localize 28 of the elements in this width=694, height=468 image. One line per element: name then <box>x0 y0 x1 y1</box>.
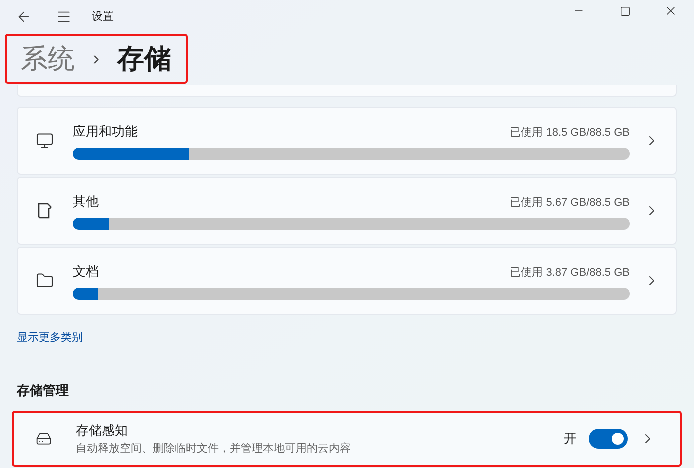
storage-sense-card[interactable]: 存储感知 自动释放空间、删除临时文件，并管理本地可用的云内容 开 <box>12 411 682 467</box>
show-more-link[interactable]: 显示更多类别 <box>17 332 83 344</box>
document-icon <box>37 202 53 220</box>
category-name: 应用和功能 <box>73 123 138 142</box>
maximize-icon <box>620 6 630 16</box>
usage-text: 已使用 5.67 GB/88.5 GB <box>510 196 630 212</box>
setting-description: 自动释放空间、删除临时文件，并管理本地可用的云内容 <box>76 442 352 456</box>
close-icon <box>664 4 678 18</box>
storage-category-card[interactable]: 其他 已使用 5.67 GB/88.5 GB <box>17 177 677 245</box>
breadcrumb-parent[interactable]: 系统 <box>21 38 75 80</box>
toggle-state-label: 开 <box>564 430 577 448</box>
back-icon <box>16 9 32 25</box>
category-name: 文档 <box>73 263 99 282</box>
monitor-icon <box>36 132 54 150</box>
storage-category-card[interactable]: 文档 已使用 3.87 GB/88.5 GB <box>17 247 677 315</box>
breadcrumb-current: 存储 <box>118 42 172 76</box>
setting-name: 存储感知 <box>76 422 129 440</box>
menu-icon <box>56 9 72 25</box>
window-title: 设置 <box>92 10 114 25</box>
section-title: 存储管理 <box>17 383 69 398</box>
category-name: 其他 <box>73 193 99 212</box>
usage-text: 已使用 3.87 GB/88.5 GB <box>510 266 630 282</box>
usage-text: 已使用 18.5 GB/88.5 GB <box>510 126 630 142</box>
breadcrumb-separator: › <box>93 47 100 72</box>
toggle-switch[interactable] <box>589 429 628 449</box>
storage-category-card[interactable]: 应用和功能 已使用 18.5 GB/88.5 GB <box>17 107 677 175</box>
drive-icon <box>36 430 52 448</box>
folder-icon <box>36 272 54 290</box>
